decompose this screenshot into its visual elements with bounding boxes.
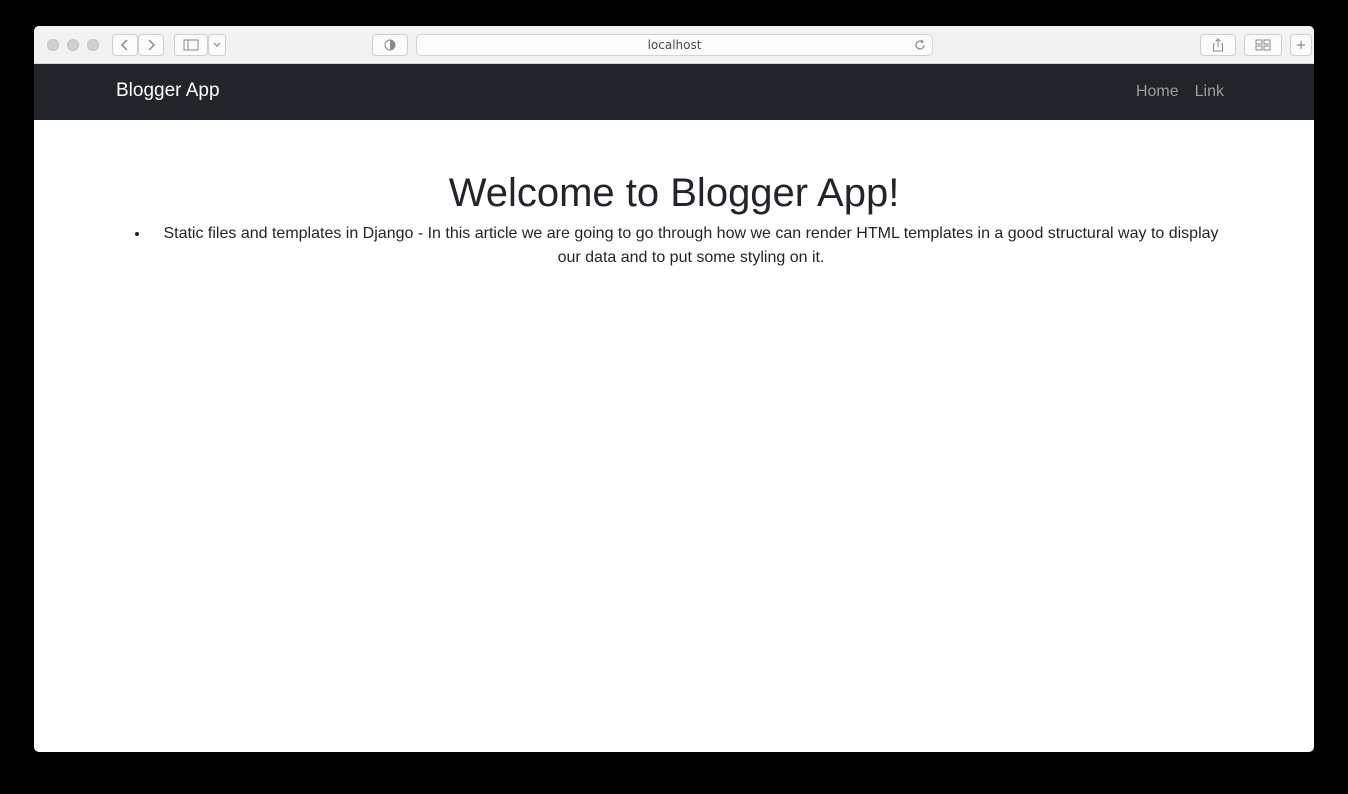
show-tabs-button[interactable] [1244,34,1282,56]
new-tab-button[interactable] [1290,34,1312,56]
nav-link-link[interactable]: Link [1195,82,1224,102]
shield-icon [384,39,396,51]
navbar-links: Home Link [1136,82,1224,102]
plus-icon [1297,41,1305,49]
sidebar-icon [183,39,199,51]
url-text: localhost [647,38,702,52]
nav-link-home[interactable]: Home [1136,82,1179,102]
address-bar[interactable]: localhost [416,34,933,56]
sidebar-dropdown-button[interactable] [208,34,226,56]
forward-button[interactable] [138,34,164,56]
back-button[interactable] [112,34,138,56]
chevron-right-icon [148,39,156,51]
tabs-icon [1255,39,1271,51]
post-list: Static files and templates in Django - I… [116,222,1232,270]
chevron-down-icon [213,42,221,47]
close-window-button[interactable] [47,39,59,51]
navbar-brand[interactable]: Blogger App [116,80,220,102]
zoom-window-button[interactable] [87,39,99,51]
chevron-left-icon [120,39,128,51]
post-list-item: Static files and templates in Django - I… [150,222,1232,270]
privacy-report-button[interactable] [372,34,408,56]
share-button[interactable] [1200,34,1236,56]
browser-window: localhost Blogger App Home Link Welcome … [34,26,1314,752]
site-navbar: Blogger App Home Link [34,64,1314,120]
share-icon [1213,38,1223,52]
main-content: Welcome to Blogger App! Static files and… [34,120,1314,270]
reload-icon[interactable] [914,39,926,51]
browser-toolbar: localhost [34,26,1314,64]
minimize-window-button[interactable] [67,39,79,51]
page-title: Welcome to Blogger App! [448,171,900,215]
sidebar-button[interactable] [174,34,208,56]
